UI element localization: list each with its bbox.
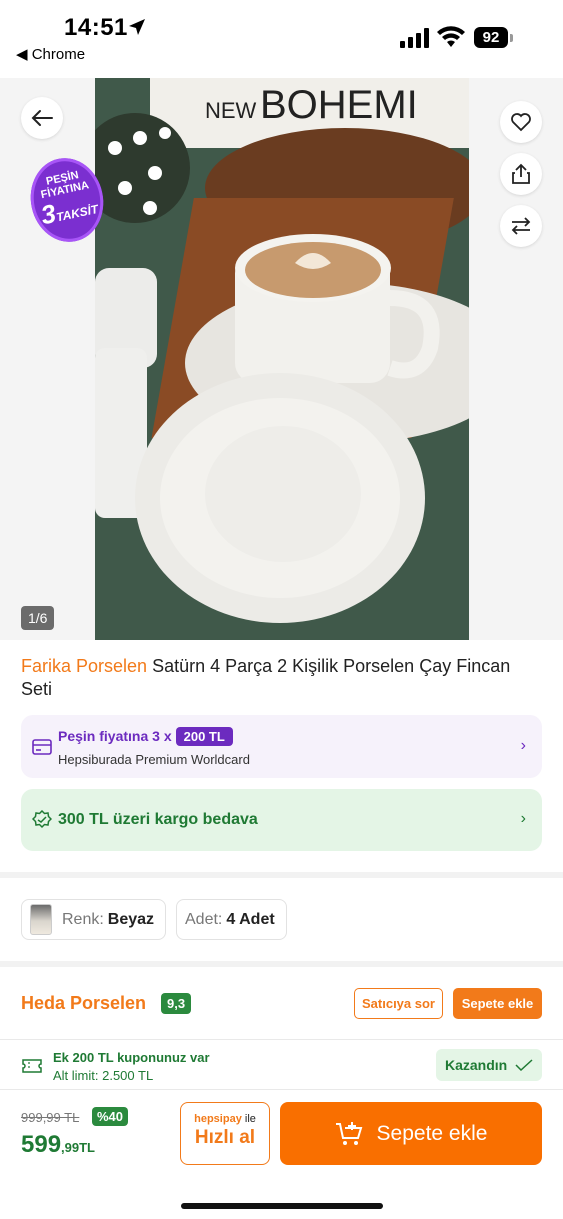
section-divider xyxy=(0,872,563,878)
ask-seller-button[interactable]: Satıcıya sor xyxy=(354,988,443,1019)
current-price: 599,99TL xyxy=(21,1131,95,1159)
installment-card[interactable]: Peşin fiyatına 3 x 200 TL Hepsiburada Pre… xyxy=(21,715,542,778)
product-photo-illustration: NEW BOHEMI xyxy=(95,78,469,640)
installment-offer: Peşin fiyatına 3 x 200 TL xyxy=(58,727,233,746)
installment-prefix: Peşin fiyatına 3 x xyxy=(58,728,172,744)
coupon-won-label: Kazandın xyxy=(445,1057,508,1073)
free-shipping-card[interactable]: 300 TL üzeri kargo bedava › xyxy=(21,789,542,851)
status-bar: 14:51 ◀ Chrome 92 xyxy=(0,0,563,78)
quick-buy-label: Hızlı al xyxy=(194,1127,256,1148)
shipping-badge-icon xyxy=(32,810,52,829)
color-label: Renk: xyxy=(62,910,104,928)
coupon-title: Ek 200 TL kuponunuz var xyxy=(53,1050,210,1065)
color-value: Beyaz xyxy=(107,910,155,928)
hepsipay-quick-buy-button[interactable]: hepsipay ile Hızlı al xyxy=(180,1102,270,1165)
back-arrow-icon xyxy=(31,110,53,126)
product-title: Farika Porselen Satürn 4 Parça 2 Kişilik… xyxy=(21,655,541,701)
price-fraction: ,99TL xyxy=(61,1140,96,1155)
product-gallery[interactable]: NEW BOHEMI PEŞİN FİYATINA 3TAKSİT 1/6 xyxy=(0,78,563,640)
compare-button[interactable] xyxy=(500,205,542,247)
image-page-counter: 1/6 xyxy=(21,606,55,630)
discount-badge: %40 xyxy=(92,1107,129,1126)
wifi-icon xyxy=(437,26,465,47)
back-button[interactable] xyxy=(21,97,63,139)
seller-name-link[interactable]: Heda Porselen xyxy=(21,993,146,1014)
heart-icon xyxy=(511,113,531,132)
seller-score-badge: 9,3 xyxy=(161,993,192,1014)
battery-level: 92 xyxy=(474,27,508,48)
back-to-chrome[interactable]: ◀ Chrome xyxy=(16,45,85,63)
add-to-cart-button[interactable]: Sepete ekle xyxy=(280,1102,542,1165)
credit-card-icon xyxy=(32,739,52,755)
promo-suffix: TAKSİT xyxy=(54,201,100,225)
battery-icon: 92 xyxy=(474,27,514,49)
product-photo[interactable]: NEW BOHEMI xyxy=(95,78,469,640)
coupon-limit: Alt limit: 2.500 TL xyxy=(53,1068,154,1083)
coupon-won-button[interactable]: Kazandın xyxy=(436,1049,542,1081)
quantity-label: Adet: xyxy=(185,910,223,928)
price-main: 599 xyxy=(21,1131,62,1158)
svg-text:BOHEMI: BOHEMI xyxy=(260,83,418,127)
coupon-banner[interactable]: Ek 200 TL kuponunuz var Alt limit: 2.500… xyxy=(0,1039,563,1090)
cellular-signal-icon xyxy=(400,28,429,48)
installment-amount: 200 TL xyxy=(175,727,233,746)
original-price: 999,99 TL xyxy=(21,1110,80,1125)
add-to-cart-label: Sepete ekle xyxy=(376,1121,488,1145)
section-divider xyxy=(0,961,563,967)
installment-card-name: Hepsiburada Premium Worldcard xyxy=(58,752,250,767)
hepsipay-logo: hepsipay ile xyxy=(181,1113,269,1125)
check-icon xyxy=(515,1059,533,1071)
cart-plus-icon xyxy=(335,1121,362,1145)
share-button[interactable] xyxy=(500,153,542,195)
quantity-value: 4 Adet xyxy=(226,910,275,928)
chevron-right-icon: › xyxy=(520,737,526,754)
color-thumbnail xyxy=(30,904,52,935)
product-brand-link[interactable]: Farika Porselen xyxy=(21,656,147,676)
chevron-right-icon: › xyxy=(520,810,526,827)
home-indicator[interactable] xyxy=(181,1203,383,1209)
svg-text:NEW: NEW xyxy=(205,98,257,123)
location-arrow-icon xyxy=(129,19,145,35)
share-icon xyxy=(512,163,530,184)
clock: 14:51 xyxy=(64,14,128,41)
hepsipay-suffix: ile xyxy=(241,1113,256,1125)
free-shipping-text: 300 TL üzeri kargo bedava xyxy=(58,811,258,828)
quantity-selector[interactable]: Adet: 4 Adet xyxy=(176,899,287,940)
seller-add-to-cart-button[interactable]: Sepete ekle xyxy=(453,988,542,1019)
color-selector[interactable]: Renk: Beyaz xyxy=(21,899,166,940)
favorite-button[interactable] xyxy=(500,101,542,143)
coupon-ticket-icon xyxy=(22,1059,42,1073)
compare-icon xyxy=(511,217,531,235)
hepsipay-brand: hepsipay xyxy=(194,1113,242,1125)
